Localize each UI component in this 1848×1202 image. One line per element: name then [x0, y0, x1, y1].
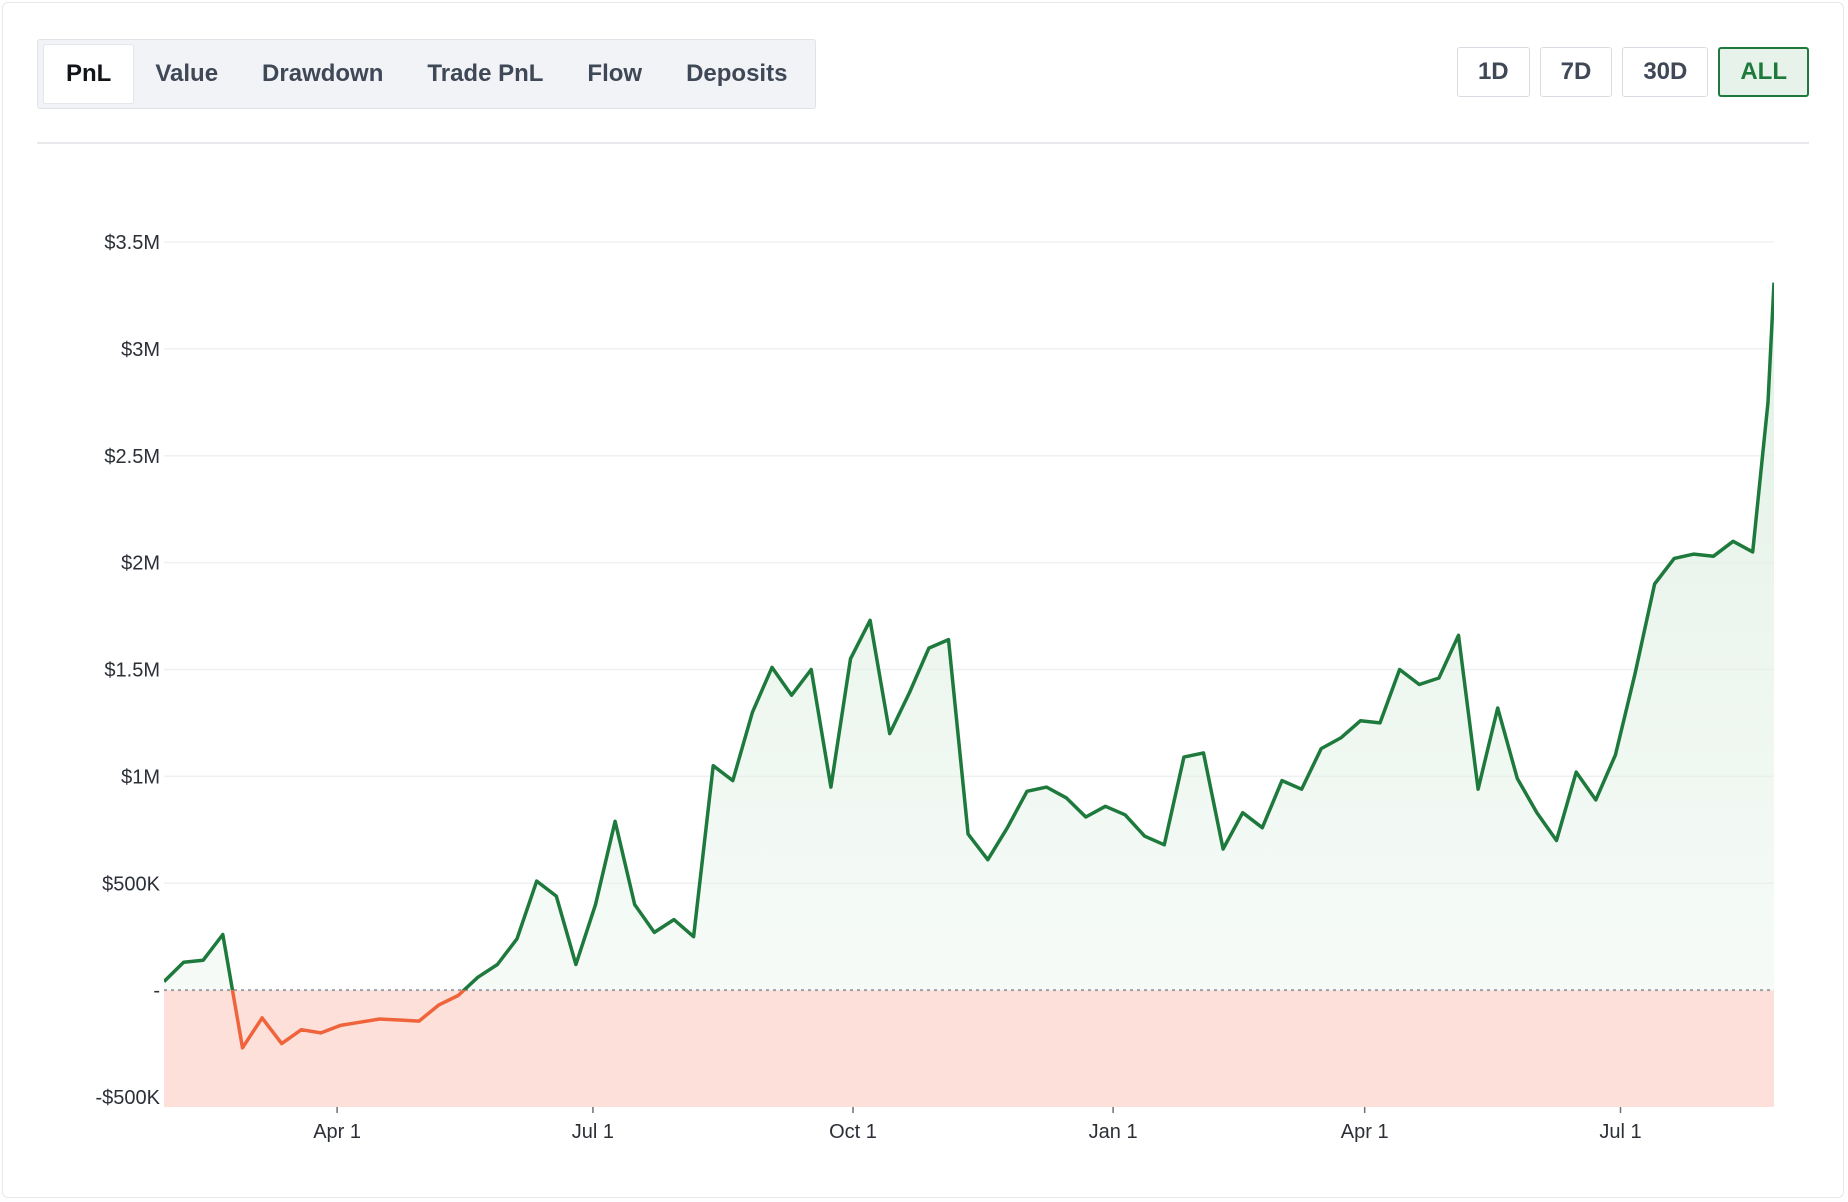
- y-tick-label: $3M: [121, 339, 160, 361]
- negative-area: [164, 990, 1774, 1107]
- y-tick-label: $500K: [102, 873, 160, 895]
- y-tick-label: -: [153, 980, 160, 1002]
- x-tick-label: Jul 1: [572, 1121, 614, 1143]
- x-tick-label: Apr 1: [313, 1121, 361, 1143]
- y-tick-label: $2.5M: [104, 446, 160, 468]
- x-tick-label: Oct 1: [829, 1121, 877, 1143]
- pnl-chart: $3.5M $3M $2.5M $2M $1.5M $1M $500K - -$500K Apr …: [96, 232, 1774, 1143]
- x-tick-label: Jul 1: [1599, 1121, 1641, 1143]
- x-tick-label: Jan 1: [1089, 1121, 1138, 1143]
- x-tick-label: Apr 1: [1341, 1121, 1389, 1143]
- y-tick-label: $1.5M: [104, 660, 160, 682]
- positive-area: [164, 282, 1774, 991]
- y-tick-label: -$500K: [96, 1087, 161, 1109]
- y-tick-label: $3.5M: [104, 232, 160, 254]
- y-tick-label: $2M: [121, 553, 160, 575]
- y-tick-label: $1M: [121, 766, 160, 788]
